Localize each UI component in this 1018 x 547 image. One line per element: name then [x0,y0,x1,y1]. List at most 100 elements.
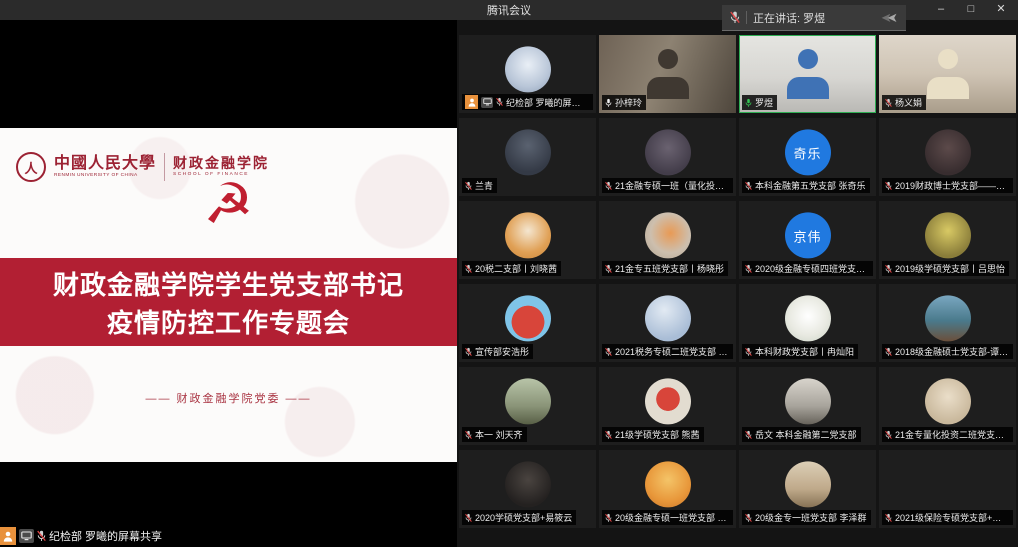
participant-name: 20级金融专硕一班党支部 竺… [615,511,729,524]
participant-avatar [785,461,831,507]
participant-tile[interactable]: 20税二支部丨刘晓茜 [459,201,596,279]
participant-name: 20级金专一班党支部 李泽群 [755,511,867,524]
shared-slide: 人 中國人民大學 RENMIN UNIVERSITY OF CHINA 财政金融… [0,128,457,462]
mic-icon [885,181,892,191]
university-name-cn: 中國人民大學 [54,156,156,173]
muted-mic-icon [37,530,46,542]
participant-avatar [925,461,971,507]
participant-name: 岳文 本科金融第二党支部 [755,428,857,441]
participant-avatar [505,129,551,175]
participant-label: 兰青 [462,178,497,193]
participant-name: 本科金融第五党支部 张奇乐 [755,179,866,192]
participant-avatar [505,46,551,92]
participant-tile[interactable]: 2021税务专硕二班党支部 赵斌… [599,284,736,362]
university-name-en: RENMIN UNIVERSITY OF CHINA [54,173,156,178]
participant-tile[interactable]: 21金专量化投资二班党支部+… [879,367,1016,445]
participant-label: 本一 刘天齐 [462,427,527,442]
participant-avatar [505,295,551,341]
slide-title-line1: 财政金融学院学生党支部书记 [53,265,404,302]
participant-tile[interactable]: 奇乐 本科金融第五党支部 张奇乐 [739,118,876,196]
mic-icon [745,513,752,523]
participant-avatar [505,378,551,424]
participant-name: 纪检部 罗曦的屏幕共享 [506,96,589,109]
participant-label: 杨义娟 [882,95,926,110]
meeting-content: 人 中國人民大學 RENMIN UNIVERSITY OF CHINA 财政金融… [0,20,1018,547]
participant-label: 2021税务专硕二班党支部 赵斌… [602,344,733,359]
party-emblem-icon: ☭ [0,176,457,232]
participant-label: 本科金融第五党支部 张奇乐 [742,178,870,193]
participant-tile[interactable]: 2019级学硕党支部丨吕思怡 [879,201,1016,279]
overlay-divider [746,11,747,24]
participant-name: 本科财政党支部丨冉灿阳 [755,345,854,358]
participant-tile[interactable]: 宣传部安浩彤 [459,284,596,362]
university-logo-row: 人 中國人民大學 RENMIN UNIVERSITY OF CHINA 财政金融… [16,152,269,182]
mic-icon [885,264,892,274]
cursor-icon: ➤ [887,11,898,24]
screen-share-name-label: 纪检部 罗曦的屏幕共享 [0,527,170,545]
participant-label: 宣传部安浩彤 [462,344,533,359]
participant-label: 20级金融专硕一班党支部 竺… [602,510,733,525]
participant-tile[interactable]: 本科财政党支部丨冉灿阳 [739,284,876,362]
participant-tile[interactable]: 本一 刘天齐 [459,367,596,445]
participant-name: 21级学硕党支部 熊茜 [615,428,700,441]
participant-tile[interactable]: 杨义娟 [879,35,1016,113]
participant-label: 20税二支部丨刘晓茜 [462,261,561,276]
participant-name: 2021级保险专硕党支部+邵小美 [895,511,1009,524]
participant-name: 2020级金融专硕四班党支部 卫… [755,262,869,275]
participant-name: 杨义娟 [895,96,922,109]
participant-label: 21金专五班党支部丨杨晓彤 [602,261,728,276]
participant-tile[interactable]: 20级金融专硕一班党支部 竺… [599,450,736,528]
cursor-icons: ➤ ➤ [881,11,898,24]
participant-tile[interactable]: 罗煜 [739,35,876,113]
participant-label: 2018级金融硕士党支部-谭雨艺 [882,344,1013,359]
mic-icon [605,264,612,274]
participant-avatar: 京伟 [785,212,831,258]
host-person-badge-icon [0,527,16,545]
participant-tile[interactable]: 20级金专一班党支部 李泽群 [739,450,876,528]
participant-tile[interactable]: 京伟 2020级金融专硕四班党支部 卫… [739,201,876,279]
participant-tile[interactable]: 21金融专硕一班（量化投资）… [599,118,736,196]
speaking-indicator-overlay[interactable]: 正在讲话: 罗煜 ➤ ➤ [722,5,906,31]
host-person-badge-icon [465,95,478,109]
minimize-button[interactable]: – [926,0,956,20]
participant-avatar [645,212,691,258]
participant-name: 罗煜 [755,96,773,109]
participant-tile[interactable]: 孙梓玲 [599,35,736,113]
mic-icon [496,97,503,107]
participant-label: 21级学硕党支部 熊茜 [602,427,704,442]
participant-tile[interactable]: 2020学硕党支部+易筱云 [459,450,596,528]
participant-tile[interactable]: 纪检部 罗曦的屏幕共享 [459,35,596,113]
mic-icon [605,98,612,108]
maximize-button[interactable]: □ [956,0,986,20]
participant-name: 21金融专硕一班（量化投资）… [615,179,729,192]
participant-label: 罗煜 [742,95,777,110]
mic-icon [745,98,752,108]
screen-share-name-text: 纪检部 罗曦的屏幕共享 [49,528,162,544]
participant-name: 兰青 [475,179,493,192]
participant-tile[interactable]: 2018级金融硕士党支部-谭雨艺 [879,284,1016,362]
participant-tile[interactable]: 21级学硕党支部 熊茜 [599,367,736,445]
participant-avatar [925,378,971,424]
participant-avatar [505,212,551,258]
logo-divider [164,153,165,181]
participant-tile[interactable]: 21金专五班党支部丨杨晓彤 [599,201,736,279]
participant-name: 2021税务专硕二班党支部 赵斌… [615,345,729,358]
participant-name: 2020学硕党支部+易筱云 [475,511,572,524]
participant-tile[interactable]: 岳文 本科金融第二党支部 [739,367,876,445]
participant-avatar [925,129,971,175]
screen-share-badge-icon [19,529,34,543]
participant-tile[interactable]: 2019财政博士党支部——徐雨彤 [879,118,1016,196]
participant-name: 21金专量化投资二班党支部+… [895,428,1009,441]
participant-avatar [645,295,691,341]
participant-avatar [505,461,551,507]
screen-share-pane[interactable]: 人 中國人民大學 RENMIN UNIVERSITY OF CHINA 财政金融… [0,20,457,547]
close-button[interactable]: ✕ [986,0,1016,20]
participant-tile[interactable]: 兰青 [459,118,596,196]
mic-icon [605,430,612,440]
participant-tile[interactable]: 2021级保险专硕党支部+邵小美 [879,450,1016,528]
mic-icon [885,347,892,357]
participant-avatar [785,295,831,341]
participant-avatar [645,378,691,424]
participant-name: 2019财政博士党支部——徐雨彤 [895,179,1009,192]
participant-name: 21金专五班党支部丨杨晓彤 [615,262,724,275]
